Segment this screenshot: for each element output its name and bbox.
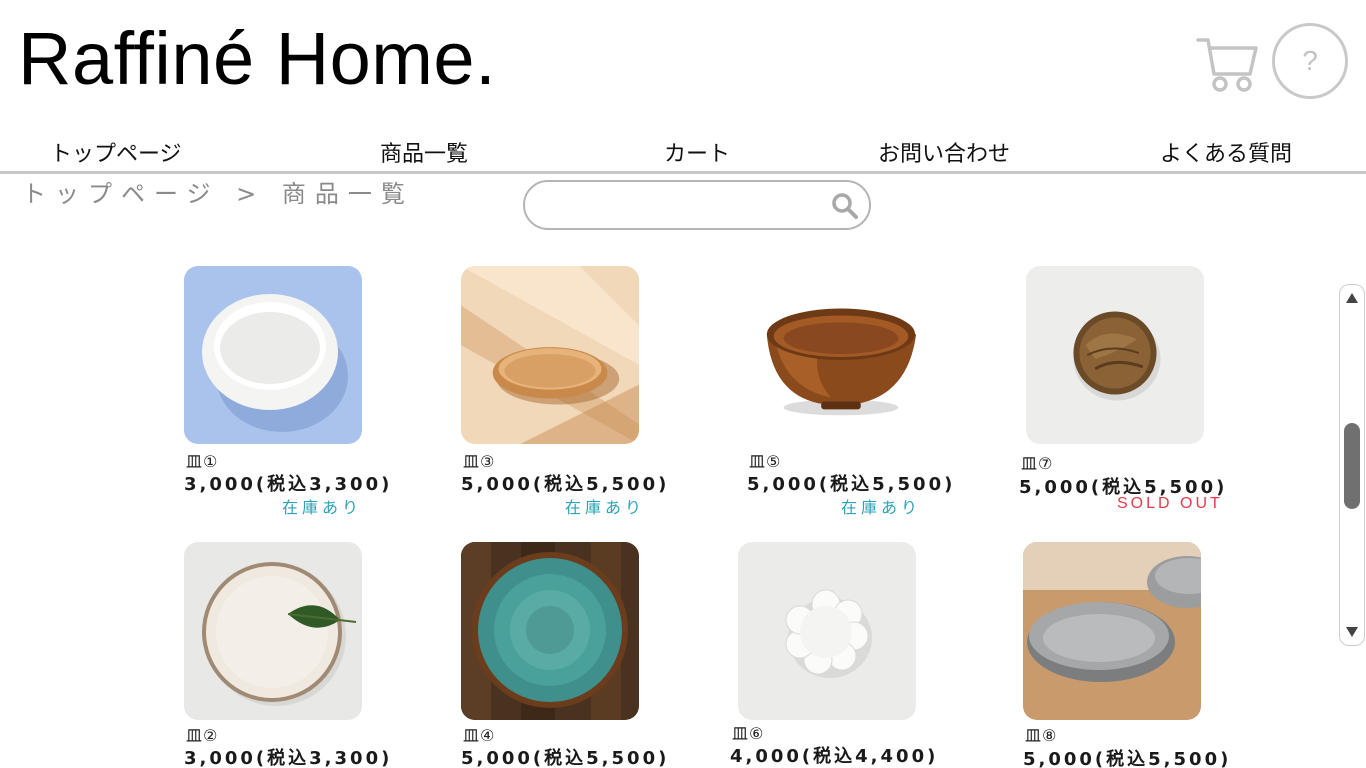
search-input[interactable]: [541, 190, 835, 222]
scroll-up-arrow-icon[interactable]: [1346, 293, 1358, 303]
nav-item-cart[interactable]: カート: [664, 136, 730, 168]
main-nav: トップページ 商品一覧 カート お問い合わせ よくある質問: [0, 132, 1366, 174]
scroll-thumb[interactable]: [1344, 423, 1360, 509]
product-image-cream-plate[interactable]: [184, 542, 362, 720]
brand-logo[interactable]: Raffiné Home.: [18, 22, 496, 96]
product-price: 4,000(税込4,400): [730, 746, 939, 767]
search-box: [523, 180, 871, 230]
product-card[interactable]: 皿⑤ 5,000(税込5,500) 在庫あり: [747, 266, 1007, 526]
product-card[interactable]: 皿⑧ 5,000(税込5,500): [1023, 542, 1283, 768]
help-button[interactable]: ?: [1272, 23, 1348, 99]
search-icon[interactable]: [831, 192, 859, 220]
stock-status: 在庫あり: [841, 498, 922, 517]
product-name: 皿②: [186, 726, 219, 745]
scrollbar[interactable]: [1339, 284, 1365, 646]
product-price: 3,000(税込3,300): [184, 474, 393, 495]
product-name: 皿⑤: [749, 452, 782, 471]
nav-item-faq[interactable]: よくある質問: [1160, 136, 1292, 168]
product-card[interactable]: 皿③ 5,000(税込5,500) 在庫あり: [461, 266, 721, 526]
product-image-white-flower-dish[interactable]: [738, 542, 916, 720]
product-card[interactable]: 皿④ 5,000(税込5,500): [461, 542, 721, 768]
product-price: 5,000(税込5,500): [1023, 749, 1232, 768]
product-name: 皿④: [463, 726, 496, 745]
page: Raffiné Home. ? トップページ 商品一覧 カート お問い合わせ よ…: [0, 0, 1366, 768]
product-name: 皿⑥: [732, 724, 765, 743]
nav-item-products[interactable]: 商品一覧: [380, 136, 468, 168]
help-label: ?: [1302, 45, 1318, 76]
product-image-grey-stone-plate[interactable]: [1023, 542, 1201, 720]
product-image-wooden-bowl[interactable]: [750, 266, 928, 444]
product-price: 3,000(税込3,300): [184, 748, 393, 768]
stock-status: 在庫あり: [282, 498, 363, 517]
nav-item-top[interactable]: トップページ: [50, 136, 182, 168]
nav-item-contact[interactable]: お問い合わせ: [878, 136, 1010, 168]
stock-status: 在庫あり: [565, 498, 646, 517]
product-name: 皿⑦: [1021, 454, 1054, 473]
breadcrumb[interactable]: トップページ > 商品一覧: [22, 174, 414, 209]
product-name: 皿⑧: [1025, 726, 1058, 745]
product-image-white-oval-bowl[interactable]: [184, 266, 362, 444]
product-card[interactable]: 皿② 3,000(税込3,300): [184, 542, 444, 768]
product-card[interactable]: 皿⑥ 4,000(税込4,400): [730, 542, 990, 768]
product-name: 皿①: [186, 452, 219, 471]
product-image-wooden-tray[interactable]: [461, 266, 639, 444]
product-card[interactable]: 皿⑦ 5,000(税込5,500) SOLD OUT: [1019, 266, 1279, 526]
scroll-down-arrow-icon[interactable]: [1346, 627, 1358, 637]
cart-icon[interactable]: [1196, 34, 1258, 94]
product-image-teal-ceramic-plate[interactable]: [461, 542, 639, 720]
stock-status: SOLD OUT: [1117, 495, 1223, 512]
product-price: 5,000(税込5,500): [747, 474, 956, 495]
product-name: 皿③: [463, 452, 496, 471]
product-card[interactable]: 皿① 3,000(税込3,300) 在庫あり: [184, 266, 444, 526]
product-image-small-wooden-plate[interactable]: [1026, 266, 1204, 444]
product-price: 5,000(税込5,500): [461, 474, 670, 495]
product-price: 5,000(税込5,500): [461, 748, 670, 768]
